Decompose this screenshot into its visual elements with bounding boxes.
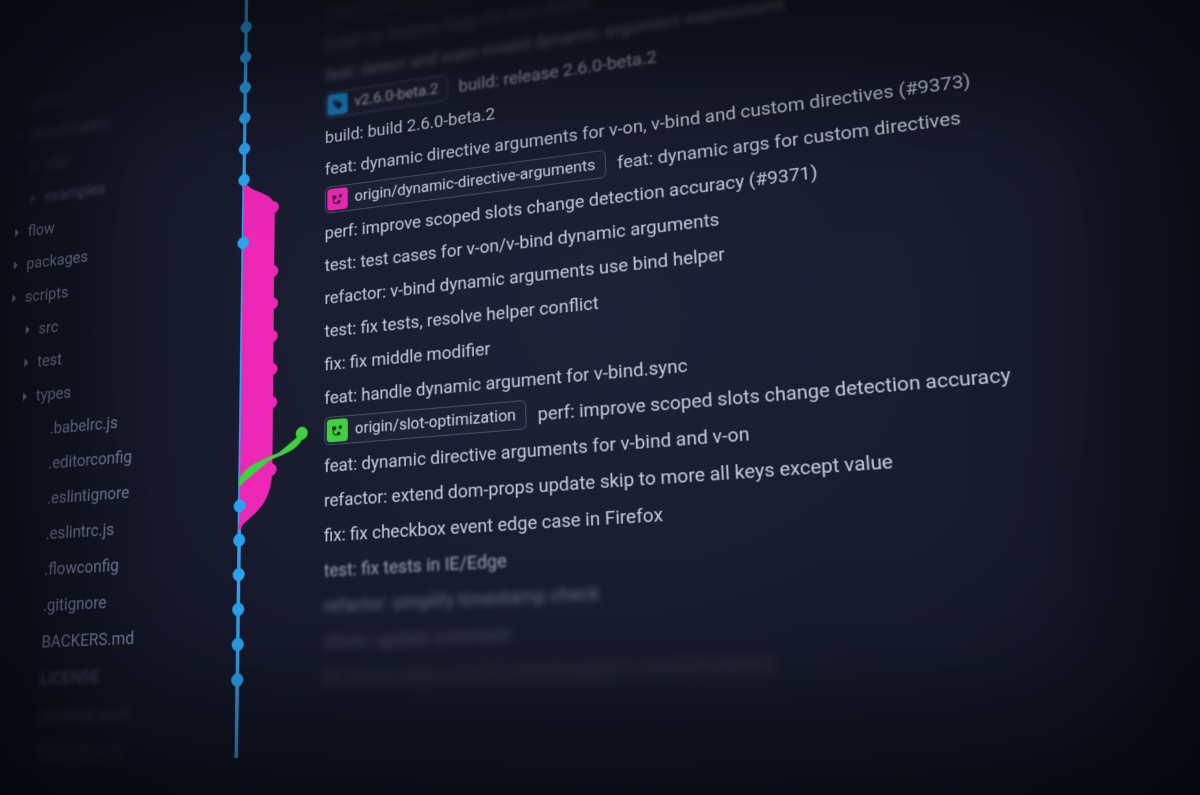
tree-item-label: .babelrc.js <box>49 406 118 447</box>
chevron-right-icon <box>14 216 23 249</box>
tree-item-label: .eslintrc.js <box>45 512 115 552</box>
commit-message: refactor: simplify timestamp check <box>324 582 600 614</box>
chevron-right-icon <box>32 535 40 536</box>
chevron-right-icon <box>24 313 33 347</box>
tree-item-label: flow <box>27 212 55 248</box>
tree-file[interactable]: LICENSE <box>0 654 219 699</box>
chevron-right-icon <box>36 430 44 431</box>
file-tree: githubbenchmarksdistexamplesflowpackages… <box>0 15 229 795</box>
tag-icon <box>328 92 348 116</box>
commit-message: chore: update comment <box>324 624 511 651</box>
tree-item-label: .flowconfig <box>44 548 120 588</box>
chevron-right-icon <box>18 120 27 153</box>
tree-file[interactable]: package.json <box>0 692 218 736</box>
tree-item-label: package.json <box>38 695 131 735</box>
tree-item-label: types <box>35 376 71 414</box>
chevron-right-icon <box>31 150 40 183</box>
tree-file[interactable]: README.md <box>0 731 217 773</box>
tree-item-label: LICENSE <box>39 658 100 697</box>
tree-item-label: .gitignore <box>42 585 107 625</box>
chevron-right-icon <box>33 499 41 500</box>
chevron-right-icon <box>35 464 43 465</box>
tree-item-label: scripts <box>24 275 69 313</box>
tree-item-label: test <box>37 343 63 379</box>
tree-item-label: README.md <box>37 733 126 772</box>
chevron-right-icon <box>21 58 30 90</box>
chevron-right-icon <box>23 346 32 381</box>
branch-icon <box>327 187 347 211</box>
tree-item-label: dist <box>45 145 70 181</box>
commit-graph <box>214 0 325 795</box>
chevron-right-icon <box>20 89 29 122</box>
chevron-right-icon <box>11 281 20 315</box>
chevron-right-icon <box>12 249 21 283</box>
commit-message: test: fix tests in IE/Edge <box>324 550 507 579</box>
tree-item-label: .eslintignore <box>46 475 129 517</box>
chevron-right-icon <box>22 380 31 415</box>
commit-message: fix: async edge case fix should apply to… <box>324 652 776 687</box>
chevron-right-icon <box>30 182 39 215</box>
commit-list: build: build 2.6.0-beta.2build: fix feat… <box>323 0 1200 795</box>
tree-item-label: BACKERS.md <box>41 620 135 661</box>
ref-label: origin/slot-optimization <box>355 407 516 437</box>
ref-label: v2.6.0-beta.2 <box>354 81 438 109</box>
tree-item-label: src <box>38 310 59 346</box>
branch-icon <box>327 418 348 442</box>
